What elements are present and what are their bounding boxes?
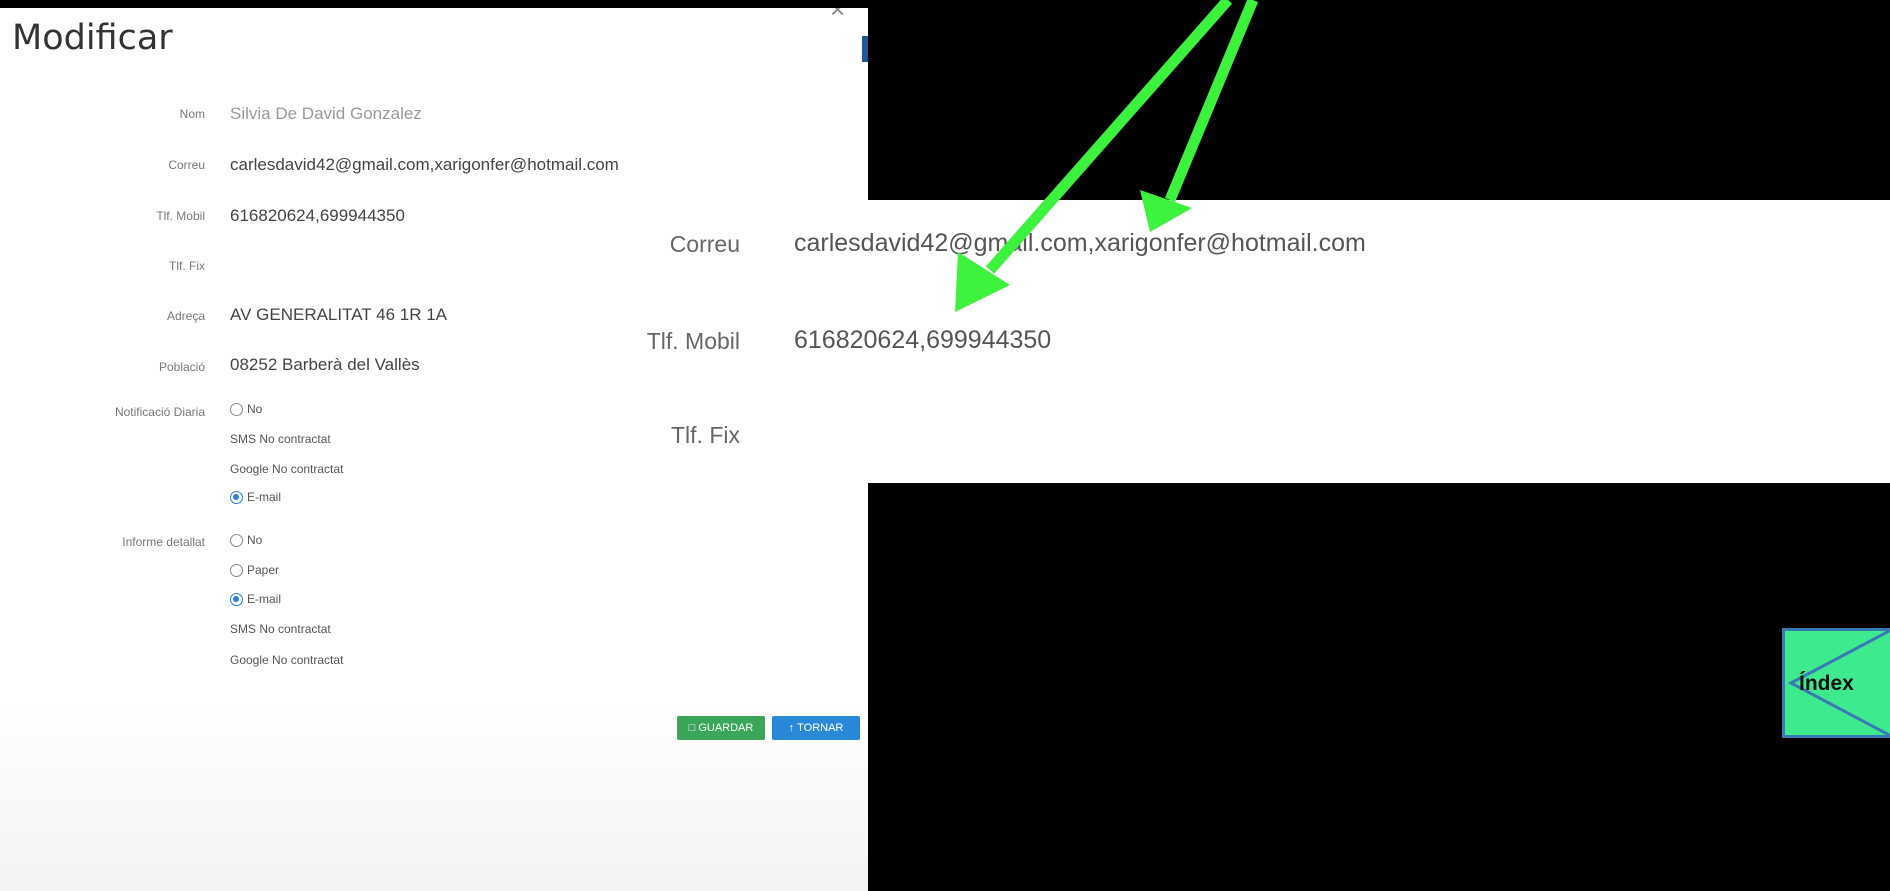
arrow-shaft xyxy=(1164,0,1259,203)
annotation-arrows xyxy=(955,0,1259,312)
index-label: Índex xyxy=(1799,672,1854,695)
index-button[interactable]: Índex xyxy=(1782,628,1890,738)
